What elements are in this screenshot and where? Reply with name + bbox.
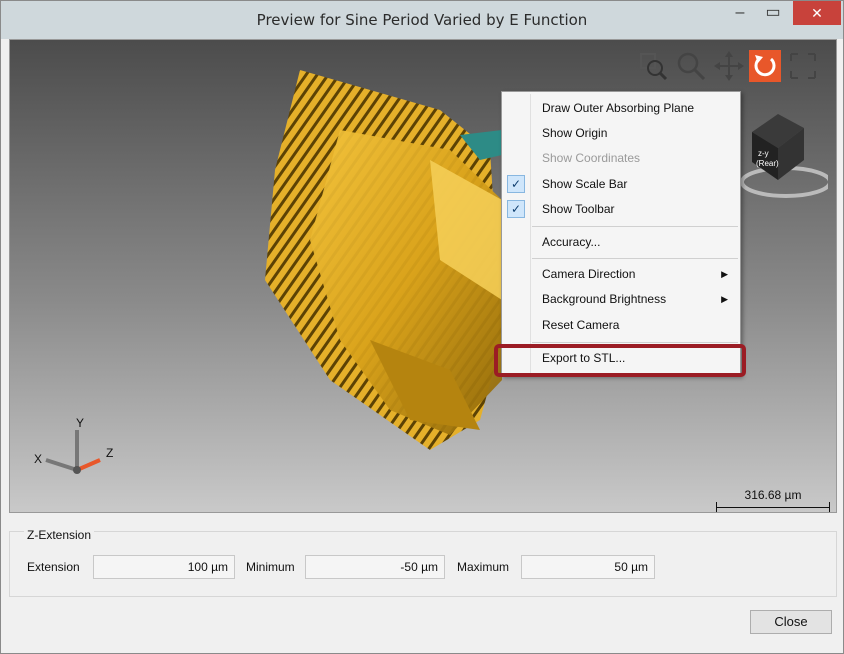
maximize-button[interactable]: ▭ (758, 1, 788, 25)
fullscreen-icon[interactable] (787, 50, 819, 82)
menu-item-background-brightness[interactable]: Background Brightness ▶ (502, 287, 740, 311)
maximum-label: Maximum (457, 560, 510, 574)
svg-text:z-y: z-y (758, 149, 769, 158)
window-title: Preview for Sine Period Varied by E Func… (256, 11, 588, 29)
extension-label: Extension (27, 560, 80, 574)
context-menu: Draw Outer Absorbing Plane Show Origin S… (501, 91, 741, 376)
menu-item-reset-camera[interactable]: Reset Camera (502, 313, 740, 337)
menu-item-show-coordinates: Show Coordinates (542, 151, 641, 165)
menu-item-draw-outer-absorbing-plane[interactable]: Draw Outer Absorbing Plane (502, 96, 740, 120)
preview-window: Preview for Sine Period Varied by E Func… (0, 0, 844, 654)
scale-bar-label: 316.68 µm (744, 488, 802, 502)
scale-bar: 316.68 µm (714, 486, 832, 512)
zoom-window-icon[interactable] (637, 50, 669, 82)
submenu-arrow-icon: ▶ (721, 294, 728, 304)
menu-item-accuracy[interactable]: Accuracy... (502, 230, 740, 254)
checkmark-icon: ✓ (507, 200, 525, 218)
axis-y-label: Y (76, 416, 85, 430)
rotate-icon[interactable] (749, 50, 781, 82)
axis-z-label: Z (106, 446, 114, 460)
extension-field[interactable]: 100 µm (93, 555, 235, 579)
axis-x-label: X (34, 452, 43, 466)
viewport-toolbar (637, 50, 832, 86)
minimum-label: Minimum (246, 560, 295, 574)
axis-triad: Y X Z (32, 408, 122, 488)
zoom-icon[interactable] (675, 50, 707, 82)
titlebar: Preview for Sine Period Varied by E Func… (1, 1, 843, 39)
nav-cube-icon[interactable]: z-y (Rear) (738, 104, 828, 204)
submenu-arrow-icon: ▶ (721, 269, 728, 279)
minimize-button[interactable]: – (725, 1, 755, 25)
z-extension-legend: Z-Extension (24, 528, 95, 542)
close-window-button[interactable]: ✕ (793, 1, 841, 25)
pan-icon[interactable] (713, 50, 745, 82)
menu-item-show-scale-bar[interactable]: ✓ Show Scale Bar (502, 172, 740, 196)
minimum-field[interactable]: -50 µm (305, 555, 445, 579)
export-highlight-annotation (494, 344, 746, 377)
menu-item-camera-direction[interactable]: Camera Direction ▶ (502, 262, 740, 286)
menu-item-show-toolbar[interactable]: ✓ Show Toolbar (502, 197, 740, 221)
menu-item-show-origin[interactable]: Show Origin (502, 121, 740, 145)
maximum-field[interactable]: 50 µm (521, 555, 655, 579)
close-button[interactable]: Close (750, 610, 832, 634)
svg-text:(Rear): (Rear) (756, 159, 779, 168)
checkmark-icon: ✓ (507, 175, 525, 193)
